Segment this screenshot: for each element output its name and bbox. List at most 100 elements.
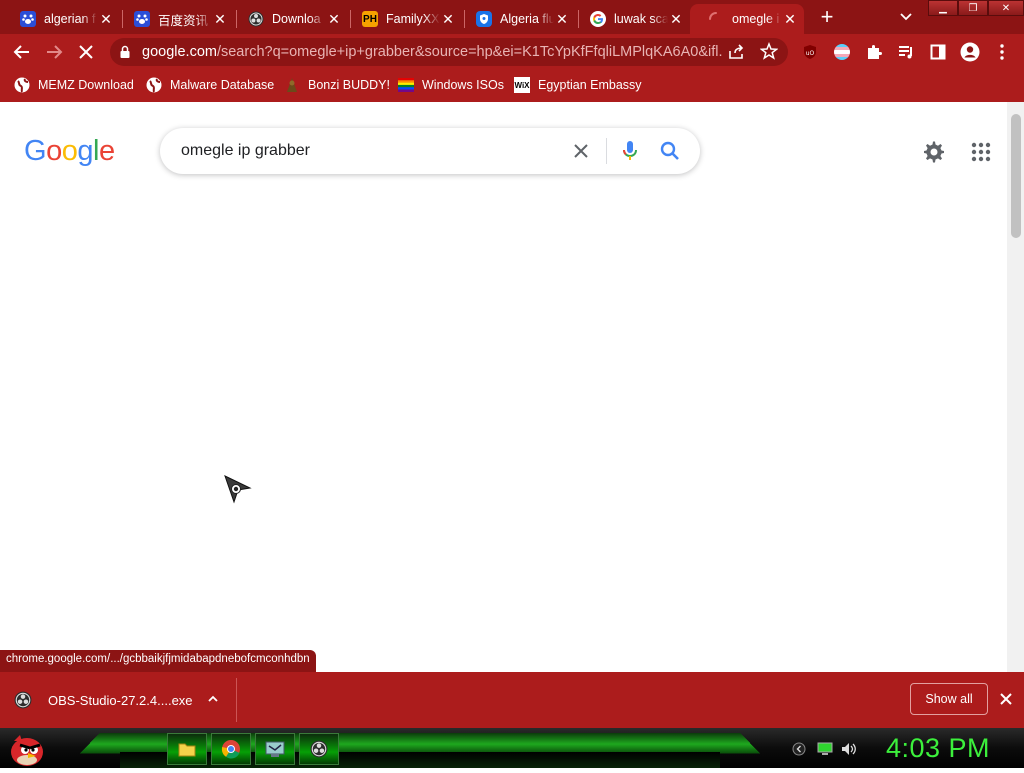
chevron-up-icon[interactable] (203, 689, 223, 709)
share-icon[interactable] (728, 43, 746, 66)
taskbar-chrome-icon[interactable] (211, 733, 251, 765)
download-divider (236, 678, 237, 722)
tab-3[interactable]: Downloa ✕ (230, 4, 348, 34)
close-icon[interactable]: ✕ (668, 11, 684, 27)
taskbar-glow-base (120, 752, 720, 768)
svg-text:uO: uO (806, 50, 815, 57)
ublock-extension-icon[interactable]: uO (799, 41, 821, 63)
obs-icon (14, 691, 32, 709)
forward-arrow-icon[interactable] (41, 39, 67, 65)
logo-letter: o (61, 135, 78, 167)
mouse-cursor-icon (222, 474, 252, 509)
google-g-icon (590, 11, 606, 27)
tab-title: omegle i (732, 12, 780, 26)
apps-grid-icon[interactable] (969, 140, 993, 164)
globe-icon (146, 77, 162, 93)
tab-search-chevron-icon[interactable] (896, 6, 916, 26)
ph-icon: PH (362, 11, 378, 27)
logo-letter: G (24, 135, 47, 167)
flag-extension-icon[interactable] (831, 41, 853, 63)
tab-7-active[interactable]: omegle i ✕ (690, 4, 804, 34)
tab-6[interactable]: luwak sca ✕ (572, 4, 690, 34)
taskbar-screen-app-icon[interactable] (255, 733, 295, 765)
close-icon[interactable]: ✕ (212, 11, 228, 27)
wix-icon: WiX (514, 77, 530, 93)
microphone-icon[interactable] (618, 139, 642, 163)
close-icon[interactable]: ✕ (98, 11, 114, 27)
tray-volume-icon[interactable] (840, 740, 858, 758)
address-url: google.com/search?q=omegle+ip+grabber&so… (142, 44, 722, 60)
bookmark-windows-isos[interactable]: Windows ISOs (398, 76, 504, 94)
bookmark-label: Malware Database (170, 78, 275, 92)
baidu-paw-icon (20, 11, 36, 27)
restore-icon[interactable]: ❐ (958, 0, 988, 16)
taskbar-clock[interactable]: 4:03 PM (886, 733, 990, 764)
bookmark-label: Bonzi BUDDY! (308, 78, 390, 92)
tab-4[interactable]: PH FamilyXX ✕ (344, 4, 462, 34)
logo-letter: g (77, 135, 93, 167)
bookmark-bonzi-buddy[interactable]: Bonzi BUDDY! (284, 76, 390, 94)
close-icon[interactable] (996, 689, 1016, 709)
download-item[interactable]: OBS-Studio-27.2.4....exe (14, 688, 193, 712)
media-queue-icon[interactable] (895, 41, 917, 63)
page-content (0, 102, 1024, 672)
rainbow-flag-icon (398, 77, 414, 93)
tab-5[interactable]: Algeria flu ✕ (458, 4, 576, 34)
close-icon[interactable]: ✕ (782, 11, 798, 27)
logo-letter: e (98, 135, 115, 167)
tab-title: Downloa (272, 12, 321, 26)
url-host: google.com (142, 44, 217, 60)
bookmark-star-icon[interactable] (759, 41, 779, 65)
new-tab-button[interactable]: + (815, 4, 839, 29)
baidu-paw-icon (134, 11, 150, 27)
minimize-icon[interactable]: ▁ (928, 0, 958, 16)
tab-title: algerian f (44, 12, 96, 26)
bookmark-memz[interactable]: MEMZ Download (14, 76, 134, 94)
profile-avatar-icon[interactable] (959, 41, 981, 63)
tab-title: FamilyXX (386, 12, 440, 26)
search-input[interactable]: omegle ip grabber (181, 142, 310, 160)
taskbar-obs-icon[interactable] (299, 733, 339, 765)
clear-icon[interactable] (569, 139, 593, 163)
search-box[interactable]: omegle ip grabber (160, 128, 700, 174)
loading-spinner-icon (708, 11, 724, 27)
taskbar-explorer-icon[interactable] (167, 733, 207, 765)
tab-title: luwak sca (614, 12, 668, 26)
google-logo[interactable]: Google (24, 135, 115, 168)
status-url-bubble: chrome.google.com/.../gcbbaikjfjmidabapd… (0, 650, 316, 672)
logo-letter: o (46, 135, 62, 167)
address-bar[interactable]: google.com/search?q=omegle+ip+grabber&so… (110, 38, 788, 66)
side-panel-icon[interactable] (927, 41, 949, 63)
window-close-icon[interactable]: ✕ (988, 0, 1024, 16)
angry-bird-start-icon[interactable] (6, 729, 46, 768)
search-divider (606, 138, 607, 164)
url-path: /search?q=omegle+ip+grabber&source=hp&ei… (216, 44, 722, 60)
kebab-menu-icon[interactable] (991, 41, 1013, 63)
tray-chevron-icon[interactable] (790, 740, 808, 758)
scrollbar-thumb[interactable] (1011, 114, 1021, 238)
obs-icon (248, 11, 264, 27)
close-icon[interactable]: ✕ (440, 11, 456, 27)
close-icon[interactable]: ✕ (326, 11, 342, 27)
window-controls: ▁ ❐ ✕ (928, 0, 1024, 17)
tab-1[interactable]: algerian f ✕ (2, 4, 120, 34)
stop-loading-icon[interactable] (73, 39, 99, 65)
download-filename: OBS-Studio-27.2.4....exe (48, 692, 193, 708)
back-arrow-icon[interactable] (9, 39, 35, 65)
tab-title: Algeria flu (500, 12, 554, 26)
extensions-puzzle-icon[interactable] (863, 41, 885, 63)
globe-icon (14, 77, 30, 93)
settings-gear-icon[interactable] (922, 140, 946, 164)
close-icon[interactable]: ✕ (554, 11, 570, 27)
bookmark-label: Windows ISOs (422, 78, 504, 92)
tray-network-icon[interactable] (816, 740, 834, 758)
bookmark-malware-database[interactable]: Malware Database (146, 76, 274, 94)
show-all-button[interactable]: Show all (910, 683, 988, 715)
search-icon[interactable] (658, 139, 682, 163)
tab-2[interactable]: 百度资讯 ✕ (116, 4, 234, 34)
tab-title: 百度资讯 (158, 13, 209, 28)
lock-icon[interactable] (119, 45, 131, 64)
bookmark-egyptian-embassy[interactable]: WiX Egyptian Embassy (514, 76, 642, 94)
bookmark-label: Egyptian Embassy (538, 78, 642, 92)
bookmark-label: MEMZ Download (38, 78, 134, 92)
